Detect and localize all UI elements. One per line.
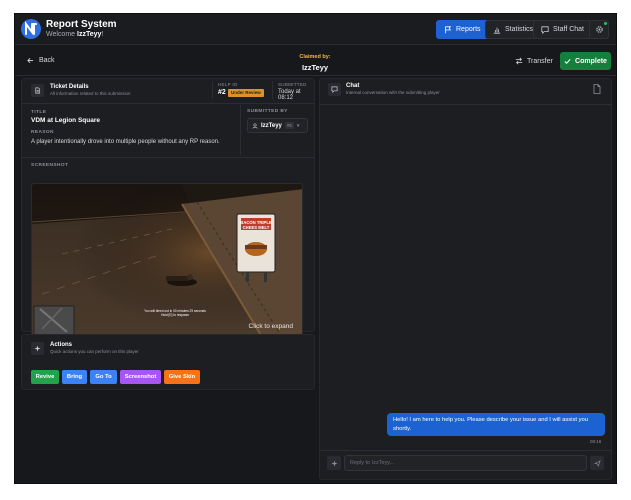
chat-panel: Chat Internal conversation with the subm…: [319, 78, 612, 480]
divider: [320, 450, 611, 451]
divider: [22, 157, 314, 158]
reason-label: REASON: [31, 130, 54, 135]
submitter-chip[interactable]: IzzTeyy #5 ▾: [247, 118, 308, 133]
ticket-details-title: Ticket Details: [50, 84, 89, 90]
actions-title: Actions: [50, 342, 73, 348]
revive-button[interactable]: Revive: [31, 370, 59, 384]
divider: [240, 105, 241, 155]
actions-panel: Actions Quick actions you can perform on…: [21, 334, 315, 390]
quick-reply-button[interactable]: [327, 456, 341, 470]
submitted-by-label: SUBMITTED BY: [247, 109, 288, 114]
submitter-name: IzzTeyy: [261, 122, 282, 129]
actions-subtitle: Quick actions you can perform on this pl…: [50, 349, 139, 354]
app-logo-icon: [21, 19, 41, 39]
welcome-username: IzzTeyy: [77, 31, 102, 38]
user-icon: [252, 122, 258, 129]
sparkle-icon: [31, 342, 44, 355]
send-button[interactable]: [590, 456, 604, 470]
chat-reply-input[interactable]: [344, 455, 587, 471]
screenshot-image[interactable]: BACON TRIPLE CHEES MELT You will bleed o…: [31, 183, 303, 336]
online-indicator: [604, 22, 607, 25]
ticket-details-subtitle: All information related to this submissi…: [50, 91, 131, 96]
chat-title: Chat: [346, 83, 360, 89]
nav-staff-chat-button[interactable]: Staff Chat: [533, 20, 593, 39]
send-icon: [593, 459, 601, 467]
document-icon: [31, 84, 44, 97]
ingame-message-line-2: Hold [E] to respawn: [161, 313, 189, 317]
chat-icon: [328, 83, 341, 96]
app-title: Report System: [46, 19, 117, 30]
sparkle-icon: [330, 459, 338, 467]
chat-message-bubble: Hello! I am here to help you. Please des…: [387, 413, 605, 436]
chat-icon: [541, 25, 549, 34]
divider: [22, 103, 314, 104]
check-icon: [564, 58, 571, 64]
top-bar: Report System Welcome IzzTeyy! Reports S…: [15, 14, 616, 45]
ticket-title-value: VDM at Legion Square: [31, 117, 100, 124]
claimed-by-label: Claimed by:: [299, 54, 331, 60]
chat-message-time: 08:16: [590, 439, 602, 444]
goto-button[interactable]: Go To: [90, 370, 117, 384]
complete-button[interactable]: Complete: [560, 52, 611, 70]
give-skin-button[interactable]: Give Skin: [164, 370, 200, 384]
flag-icon: [445, 25, 452, 33]
divider: [272, 81, 273, 99]
sign-line-2: CHEES MELT: [243, 225, 270, 230]
gear-icon: [595, 26, 603, 33]
help-id-value: #2: [218, 89, 226, 96]
claimed-by-name: IzzTeyy: [301, 63, 329, 72]
claimed-by: Claimed by: IzzTeyy: [275, 54, 355, 72]
subheader-divider: [15, 75, 616, 76]
divider: [320, 104, 611, 105]
screenshot-button[interactable]: Screenshot: [120, 370, 161, 384]
ticket-details-panel: Ticket Details All information related t…: [21, 78, 315, 336]
document-icon[interactable]: [593, 84, 601, 94]
arrow-left-icon: [27, 58, 34, 63]
screenshot-label: SCREENSHOT: [31, 163, 69, 168]
divider: [212, 81, 213, 99]
submitted-time: Today at 08:12: [278, 89, 301, 101]
report-system-app: Report System Welcome IzzTeyy! Reports S…: [14, 13, 617, 484]
chat-subtitle: Internal conversation with the submittin…: [346, 90, 440, 95]
bring-button[interactable]: Bring: [62, 370, 87, 384]
click-to-expand-hint: Click to expand: [248, 323, 293, 330]
chevron-down-icon: ▾: [296, 122, 300, 129]
nav-reports-button[interactable]: Reports: [436, 20, 489, 39]
transfer-button[interactable]: Transfer: [515, 57, 553, 65]
welcome-text: Welcome IzzTeyy!: [46, 31, 104, 38]
status-badge: Under Review: [228, 89, 264, 97]
transfer-icon: [515, 57, 523, 65]
title-label: TITLE: [31, 110, 47, 115]
submitted-label: SUBMITTED: [278, 82, 307, 87]
help-id-label: HELP ID: [218, 82, 238, 87]
reason-value: A player intentionally drove into multip…: [31, 139, 220, 145]
submitter-id: #5: [284, 122, 294, 129]
settings-button[interactable]: [589, 20, 609, 39]
bar-chart-icon: [493, 27, 501, 34]
back-button[interactable]: Back: [27, 57, 55, 64]
